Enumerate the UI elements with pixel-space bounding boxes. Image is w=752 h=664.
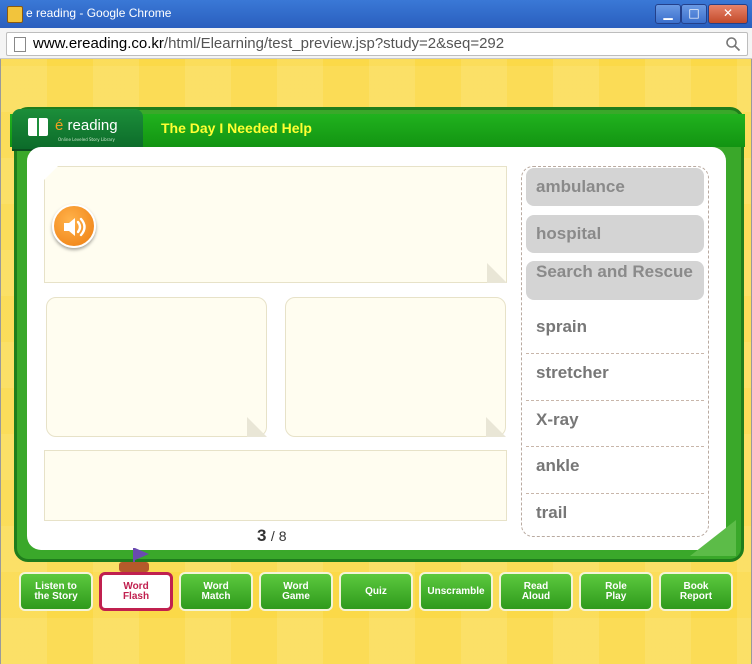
page-indicator: 3 / 8 xyxy=(257,526,287,546)
maximize-button[interactable]: □ xyxy=(681,4,707,24)
url-field[interactable]: www.ereading.co.kr/html/Elearning/test_p… xyxy=(6,32,748,56)
word-item[interactable]: stretcher xyxy=(526,354,704,401)
close-button[interactable]: ✕ xyxy=(708,4,748,24)
speaker-icon[interactable] xyxy=(52,204,96,248)
logo-brand: é reading xyxy=(55,117,118,134)
total-pages: / 8 xyxy=(270,528,287,544)
word-item[interactable]: ankle xyxy=(526,447,704,494)
minimize-button[interactable]: ▁ xyxy=(655,4,681,24)
nav-quiz[interactable]: Quiz xyxy=(339,572,413,611)
nav-word-flash[interactable]: Word Flash xyxy=(99,572,173,611)
page-icon xyxy=(14,37,26,52)
nav-word-match[interactable]: Word Match xyxy=(179,572,253,611)
sentence-card xyxy=(44,166,507,283)
url-path: /html/Elearning/test_preview.jsp?study=2… xyxy=(163,35,505,52)
word-item[interactable]: sprain xyxy=(526,308,704,354)
picture-card-left[interactable] xyxy=(46,297,267,437)
nav-read-aloud[interactable]: Read Aloud xyxy=(499,572,573,611)
window-title: e reading - Google Chrome xyxy=(26,6,172,20)
search-icon[interactable] xyxy=(725,36,741,52)
nav-unscramble[interactable]: Unscramble xyxy=(419,572,493,611)
current-page: 3 xyxy=(257,526,267,545)
url-text[interactable]: www.ereading.co.kr/html/Elearning/test_p… xyxy=(33,35,504,52)
answer-card xyxy=(44,450,507,521)
word-item[interactable]: X-ray xyxy=(526,401,704,447)
nav-word-game[interactable]: Word Game xyxy=(259,572,333,611)
ereading-logo[interactable]: é reading Online Leveled Story Library xyxy=(12,109,143,149)
nav-book-report[interactable]: Book Report xyxy=(659,572,733,611)
flowerpot-decoration xyxy=(119,562,149,572)
book-icon xyxy=(28,118,48,136)
word-item[interactable]: hospital xyxy=(526,215,704,253)
picture-card-right[interactable] xyxy=(285,297,506,437)
window-titlebar: e reading - Google Chrome ▁ □ ✕ xyxy=(0,0,752,28)
address-bar: www.ereading.co.kr/html/Elearning/test_p… xyxy=(0,28,752,59)
url-host: www.ereading.co.kr xyxy=(33,35,164,52)
word-item[interactable]: trail xyxy=(526,494,704,532)
word-item[interactable]: ambulance xyxy=(526,168,704,206)
app-icon xyxy=(7,6,23,23)
logo-tagline: Online Leveled Story Library xyxy=(58,137,115,142)
nav-listen-to-the-story[interactable]: Listen to the Story xyxy=(19,572,93,611)
nav-role-play[interactable]: Role Play xyxy=(579,572,653,611)
story-title: The Day I Needed Help xyxy=(161,120,312,136)
word-item[interactable]: Search and Rescue xyxy=(526,261,704,300)
